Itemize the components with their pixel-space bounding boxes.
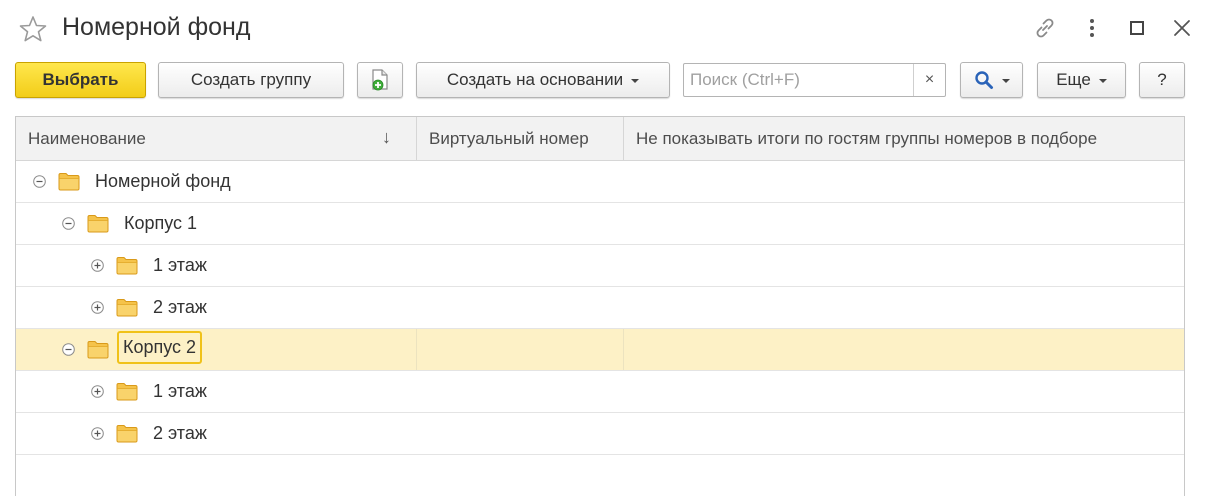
more-button[interactable]: Еще xyxy=(1037,62,1126,98)
groups-table: Наименование ↓ Виртуальный номер Не пока… xyxy=(15,116,1185,496)
table-row[interactable]: 2 этаж xyxy=(16,413,1184,455)
row-label: Номерной фонд xyxy=(95,171,231,191)
row-label: Корпус 1 xyxy=(124,213,198,233)
folder-icon xyxy=(116,299,138,317)
create-group-button[interactable]: Создать группу xyxy=(158,62,344,98)
folder-icon xyxy=(116,383,138,401)
document-add-icon xyxy=(372,69,388,91)
search-input[interactable] xyxy=(684,64,915,96)
chevron-down-icon xyxy=(1001,79,1010,83)
column-header-name[interactable]: Наименование xyxy=(16,117,416,160)
select-button-label: Выбрать xyxy=(42,70,119,89)
row-label: 1 этаж xyxy=(153,381,207,401)
title-bar: Номерной фонд xyxy=(0,0,1213,58)
more-button-label: Еще xyxy=(1056,70,1091,89)
search-options-button[interactable] xyxy=(960,62,1023,98)
column-header-virtual-number-label: Виртуальный номер xyxy=(429,128,589,148)
plus-circle-icon[interactable] xyxy=(91,259,104,272)
table-header: Наименование ↓ Виртуальный номер Не пока… xyxy=(16,117,1184,161)
minus-circle-icon[interactable] xyxy=(62,217,75,230)
magnifier-icon xyxy=(974,71,993,89)
create-group-button-label: Создать группу xyxy=(190,70,312,89)
create-based-on-button[interactable]: Создать на основании xyxy=(416,62,670,98)
select-button[interactable]: Выбрать xyxy=(15,62,146,98)
table-row[interactable]: 1 этаж xyxy=(16,245,1184,287)
folder-icon xyxy=(87,341,109,359)
minus-circle-icon[interactable] xyxy=(62,343,75,356)
table-row[interactable]: Номерной фонд xyxy=(16,161,1184,203)
column-divider xyxy=(623,329,624,370)
plus-circle-icon[interactable] xyxy=(91,427,104,440)
create-based-on-label: Создать на основании xyxy=(446,70,624,89)
close-icon[interactable] xyxy=(1168,14,1196,42)
folder-icon xyxy=(116,425,138,443)
plus-circle-icon[interactable] xyxy=(91,385,104,398)
maximize-icon[interactable] xyxy=(1123,14,1151,42)
column-divider xyxy=(416,329,417,370)
row-label: 2 этаж xyxy=(153,423,207,443)
plus-circle-icon[interactable] xyxy=(91,301,104,314)
close-icon: × xyxy=(924,71,935,88)
row-label: Корпус 2 xyxy=(116,331,203,364)
folder-icon xyxy=(58,173,80,191)
row-label: 2 этаж xyxy=(153,297,207,317)
chevron-down-icon xyxy=(631,79,640,83)
row-label: 1 этаж xyxy=(153,255,207,275)
table-row[interactable]: Корпус 2 xyxy=(16,329,1184,371)
folder-icon xyxy=(116,257,138,275)
clear-search-button[interactable]: × xyxy=(913,64,945,96)
table-row[interactable]: 1 этаж xyxy=(16,371,1184,413)
page-title: Номерной фонд xyxy=(62,13,251,41)
table-row[interactable]: 2 этаж xyxy=(16,287,1184,329)
table-row[interactable]: Корпус 1 xyxy=(16,203,1184,245)
star-icon[interactable] xyxy=(18,14,48,44)
kebab-menu-icon[interactable] xyxy=(1078,14,1106,42)
minus-circle-icon[interactable] xyxy=(33,175,46,188)
column-header-name-label: Наименование xyxy=(28,128,146,148)
sort-down-icon[interactable]: ↓ xyxy=(382,127,391,148)
column-header-hide-totals[interactable]: Не показывать итоги по гостям группы ном… xyxy=(624,117,1184,160)
help-button-label: ? xyxy=(1157,70,1167,89)
link-icon[interactable] xyxy=(1031,14,1059,42)
column-header-virtual-number[interactable]: Виртуальный номер xyxy=(417,117,624,160)
search-box: × xyxy=(683,63,946,97)
chevron-down-icon xyxy=(1098,79,1107,83)
column-header-hide-totals-label: Не показывать итоги по гостям группы ном… xyxy=(636,128,1098,148)
folder-icon xyxy=(87,215,109,233)
add-item-button[interactable] xyxy=(357,62,403,98)
help-button[interactable]: ? xyxy=(1139,62,1185,98)
